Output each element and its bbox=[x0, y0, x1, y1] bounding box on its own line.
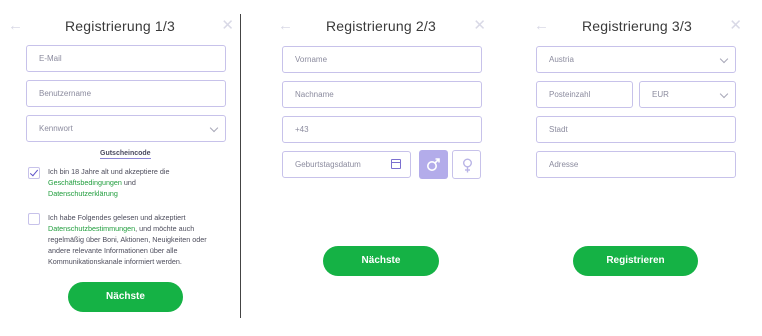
chevron-down-icon[interactable] bbox=[719, 89, 729, 99]
username-placeholder: Benutzername bbox=[39, 89, 92, 98]
address-field[interactable]: Adresse bbox=[536, 151, 736, 178]
male-icon bbox=[427, 158, 440, 171]
phone-field[interactable]: +43 bbox=[282, 116, 482, 143]
address-placeholder: Adresse bbox=[549, 160, 579, 169]
step3-header: ← Registrierung 3/3 ✕ bbox=[526, 16, 748, 36]
lastname-placeholder: Nachname bbox=[295, 90, 334, 99]
privacy-terms-link[interactable]: Datenschutzbestimmungen bbox=[48, 224, 135, 233]
page-title: Registrierung 1/3 bbox=[64, 18, 175, 34]
step1-header: ← Registrierung 1/3 ✕ bbox=[0, 16, 240, 36]
country-select[interactable]: Austria bbox=[536, 46, 736, 73]
privacy-policy-link[interactable]: Datenschutzerklärung bbox=[48, 189, 118, 198]
age-consent-and: und bbox=[121, 178, 136, 187]
email-placeholder: E-Mail bbox=[39, 54, 62, 63]
city-field[interactable]: Stadt bbox=[536, 116, 736, 143]
age-consent-text: Ich bin 18 Jahre alt und akzeptiere die … bbox=[48, 166, 208, 199]
firstname-field[interactable]: Vorname bbox=[282, 46, 482, 73]
step2-header: ← Registrierung 2/3 ✕ bbox=[270, 16, 492, 36]
page-title: Registrierung 3/3 bbox=[581, 18, 692, 34]
registration-step-1: ← Registrierung 1/3 ✕ E-Mail Benutzernam… bbox=[0, 0, 240, 336]
register-button[interactable]: Registrieren bbox=[573, 246, 698, 276]
gender-female-button[interactable] bbox=[452, 150, 481, 179]
close-icon[interactable]: ✕ bbox=[473, 16, 486, 36]
marketing-consent-label: Ich habe Folgendes gelesen und akzeptier… bbox=[48, 213, 186, 222]
username-field[interactable]: Benutzername bbox=[26, 80, 226, 107]
page-title: Registrierung 2/3 bbox=[325, 18, 436, 34]
age-consent-label: Ich bin 18 Jahre alt und akzeptiere die bbox=[48, 167, 170, 176]
firstname-placeholder: Vorname bbox=[295, 55, 328, 64]
female-icon bbox=[462, 158, 472, 173]
registration-step-2: ← Registrierung 2/3 ✕ Vorname Nachname +… bbox=[270, 0, 492, 336]
birthdate-field[interactable]: Geburtstagsdatum bbox=[282, 151, 411, 178]
marketing-consent-checkbox[interactable] bbox=[28, 213, 40, 225]
birthdate-placeholder: Geburtstagsdatum bbox=[295, 160, 361, 169]
city-placeholder: Stadt bbox=[549, 125, 568, 134]
currency-value: EUR bbox=[652, 90, 669, 99]
email-field[interactable]: E-Mail bbox=[26, 45, 226, 72]
terms-link[interactable]: Geschäftsbedingungen bbox=[48, 178, 122, 187]
panel-divider bbox=[240, 14, 241, 318]
postcode-placeholder: Posteinzahl bbox=[549, 90, 591, 99]
lastname-field[interactable]: Nachname bbox=[282, 81, 482, 108]
next-button[interactable]: Nächste bbox=[323, 246, 439, 276]
phone-prefix: +43 bbox=[295, 125, 309, 134]
checkmark-icon bbox=[29, 167, 39, 177]
postcode-field[interactable]: Posteinzahl bbox=[536, 81, 633, 108]
currency-select[interactable]: EUR bbox=[639, 81, 736, 108]
gender-male-button[interactable] bbox=[419, 150, 448, 179]
chevron-down-icon[interactable] bbox=[719, 54, 729, 64]
country-value: Austria bbox=[549, 55, 574, 64]
voucher-code-link[interactable]: Gutscheincode bbox=[100, 150, 151, 159]
calendar-icon[interactable] bbox=[391, 159, 401, 169]
close-icon[interactable]: ✕ bbox=[729, 16, 742, 36]
marketing-consent-text: Ich habe Folgendes gelesen und akzeptier… bbox=[48, 212, 228, 267]
password-placeholder: Kennwort bbox=[39, 124, 73, 133]
password-field[interactable]: Kennwort bbox=[26, 115, 226, 142]
next-button[interactable]: Nächste bbox=[68, 282, 183, 312]
chevron-down-icon[interactable] bbox=[209, 123, 219, 133]
age-consent-checkbox[interactable] bbox=[28, 167, 40, 179]
close-icon[interactable]: ✕ bbox=[221, 16, 234, 36]
registration-step-3: ← Registrierung 3/3 ✕ Austria Posteinzah… bbox=[526, 0, 748, 336]
